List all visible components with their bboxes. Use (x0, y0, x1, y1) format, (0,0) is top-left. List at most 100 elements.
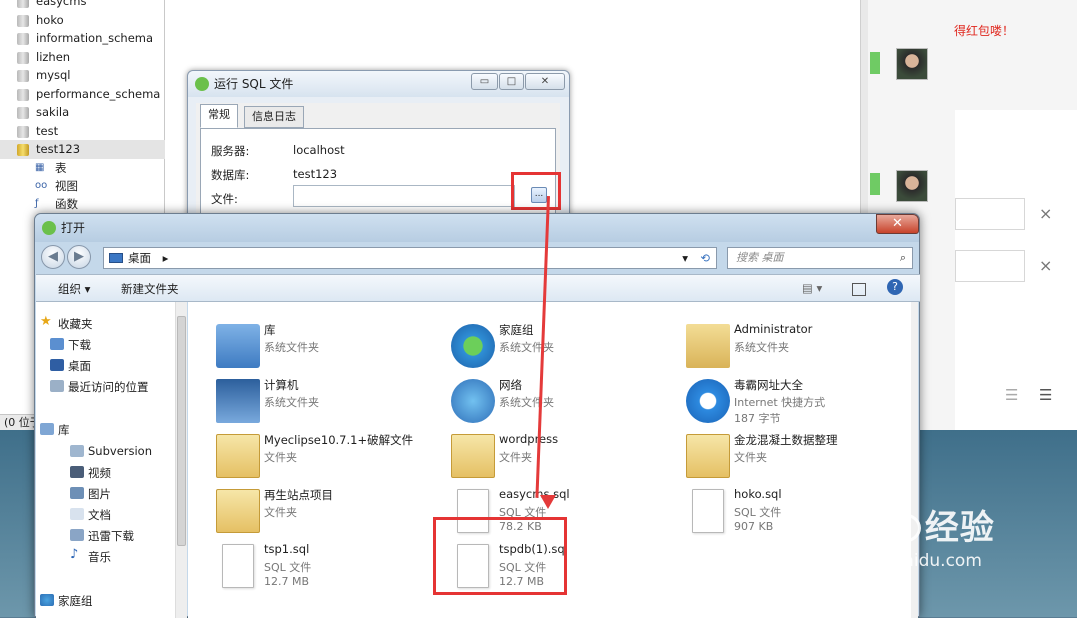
db-tree-subitem[interactable]: oo 视图 (0, 177, 165, 195)
nav-label: 桌面 (68, 359, 91, 373)
list-icon[interactable]: ☰ (1005, 386, 1018, 404)
nav-item-recent[interactable]: 最近访问的位置 (50, 379, 149, 395)
refresh-icon[interactable]: ⟲ (700, 248, 710, 268)
db-tree-label: mysql (36, 68, 71, 82)
file-item[interactable]: 再生站点项目 文件夹 (196, 485, 426, 539)
db-tree-label: 表 (55, 160, 67, 175)
avatar (896, 170, 928, 202)
file-item[interactable]: 库系统文件夹 (196, 320, 426, 374)
picture-icon (70, 487, 84, 499)
folder-icon (216, 434, 260, 478)
db-tree-item[interactable]: performance_schema (0, 85, 165, 104)
library-icon (70, 529, 84, 541)
help-icon[interactable]: ? (887, 279, 903, 295)
avatar (896, 48, 928, 80)
nav-item-subversion[interactable]: Subversion (70, 444, 153, 458)
file-item[interactable]: 计算机 系统文件夹 (196, 375, 426, 429)
back-button[interactable]: ◀ (41, 245, 65, 269)
computer-icon (216, 379, 260, 423)
organize-button[interactable]: 组织 ▾ (58, 281, 90, 297)
nav-item-pictures[interactable]: 图片 (70, 486, 111, 502)
nav-item-videos[interactable]: 视频 (70, 465, 111, 481)
db-tree-item[interactable]: easycms (0, 0, 165, 11)
paw-icon (884, 513, 921, 543)
close-button[interactable]: ✕ (525, 73, 565, 90)
file-item[interactable]: 网络 系统文件夹 (431, 375, 661, 429)
favorites-header[interactable]: ★ 收藏夹 (40, 314, 93, 332)
view-options-icon[interactable]: ▤ ▾ (802, 281, 822, 295)
nav-item-documents[interactable]: 文档 (70, 507, 111, 523)
navigation-pane: ★ 收藏夹 下载 桌面 最近访问的位置 库 Subversion 视频 图片 文档… (36, 302, 176, 618)
db-tree-item[interactable]: test (0, 122, 165, 141)
nav-scrollbar[interactable] (175, 302, 187, 618)
preview-pane-icon[interactable] (852, 283, 866, 296)
watermark-brand: Bai (825, 509, 881, 547)
tab-general[interactable]: 常规 (200, 104, 238, 128)
db-tree-subitem[interactable]: ▦ 表 (0, 159, 165, 177)
user-folder-icon (686, 324, 730, 368)
db-tree-subitem[interactable]: ƒ 函数 (0, 195, 165, 213)
db-tree-item[interactable]: information_schema (0, 29, 165, 48)
file-item[interactable]: wordpress 文件夹 (431, 430, 661, 484)
dialog-title: 运行 SQL 文件 ▭ □ ✕ (188, 71, 569, 97)
navicat-icon (195, 77, 209, 91)
chevron-right-icon[interactable]: ▸ (163, 251, 169, 265)
libraries-header[interactable]: 库 (40, 422, 70, 438)
file-name: wordpress (499, 432, 559, 446)
nav-label: Subversion (88, 444, 153, 458)
network-icon (451, 379, 495, 423)
search-input[interactable]: 搜索 桌面 ⌕ (727, 247, 913, 269)
file-item[interactable]: Myeclipse10.7.1+破解文件 文件夹 (196, 430, 426, 484)
nav-item-desktop[interactable]: 桌面 (50, 358, 91, 374)
nav-item-music[interactable]: ♪ 音乐 (70, 547, 111, 565)
file-path-input[interactable] (293, 185, 515, 207)
database-icon (17, 14, 29, 27)
address-bar[interactable]: 桌面 ▸ ▾ ⟲ (103, 247, 717, 269)
file-name: Myeclipse10.7.1+破解文件 (264, 433, 414, 447)
db-tree-item[interactable]: lizhen (0, 48, 165, 67)
chevron-down-icon[interactable]: ▾ (682, 248, 688, 268)
new-folder-button[interactable]: 新建文件夹 (121, 281, 179, 297)
tab-info-log[interactable]: 信息日志 (244, 106, 304, 128)
forward-button[interactable]: ▶ (67, 245, 91, 269)
scroll-thumb[interactable] (177, 316, 186, 546)
db-tree-item[interactable]: hoko (0, 11, 165, 30)
search-icon[interactable]: ⌕ (900, 248, 906, 268)
navicat-icon (42, 221, 56, 235)
db-tree-item[interactable]: sakila (0, 103, 165, 122)
file-item[interactable]: 家庭组 系统文件夹 (431, 320, 661, 374)
list-icon[interactable]: ☰ (1039, 386, 1052, 404)
homegroup-header[interactable]: 家庭组 (40, 593, 93, 609)
nav-label: 文档 (88, 508, 111, 522)
close-button[interactable]: ✕ (876, 214, 919, 234)
file-item[interactable]: tsp1.sql SQL 文件 12.7 MB (196, 540, 426, 594)
file-item[interactable]: 毒霸网址大全 Internet 快捷方式 187 字节 (666, 375, 896, 429)
database-icon (17, 33, 29, 45)
maximize-button[interactable]: □ (499, 73, 524, 90)
db-tree-label: information_schema (36, 31, 154, 45)
file-item[interactable]: Administrator 系统文件夹 (666, 320, 896, 374)
watermark-url: jingyan.baidu.com (825, 551, 982, 571)
db-tree-item[interactable]: mysql (0, 66, 165, 85)
baidu-watermark: Bai 经验 jingyan.baidu.com (825, 500, 995, 571)
table-icon: ▦ (35, 161, 45, 173)
library-icon (216, 324, 260, 368)
star-icon: ★ (40, 314, 52, 329)
file-size: 187 字节 (734, 412, 781, 425)
highlight-box (511, 172, 561, 210)
nav-item-downloads[interactable]: 下载 (50, 337, 91, 353)
text-field[interactable] (955, 198, 1025, 230)
close-icon[interactable]: × (1039, 204, 1052, 223)
db-tree-label: sakila (36, 105, 70, 119)
close-icon[interactable]: × (1039, 256, 1052, 275)
file-type: 文件夹 (734, 451, 767, 464)
nav-item-thunder[interactable]: 迅雷下载 (70, 528, 134, 544)
file-item[interactable]: 金龙混凝土数据整理 文件夹 (666, 430, 896, 484)
chat-bubble (870, 52, 880, 74)
file-name: Administrator (734, 322, 813, 336)
minimize-button[interactable]: ▭ (471, 73, 498, 90)
file-name: 计算机 (264, 378, 299, 392)
db-tree-item[interactable]: test123 (0, 140, 165, 159)
text-field[interactable] (955, 250, 1025, 282)
homegroup-icon (451, 324, 495, 368)
